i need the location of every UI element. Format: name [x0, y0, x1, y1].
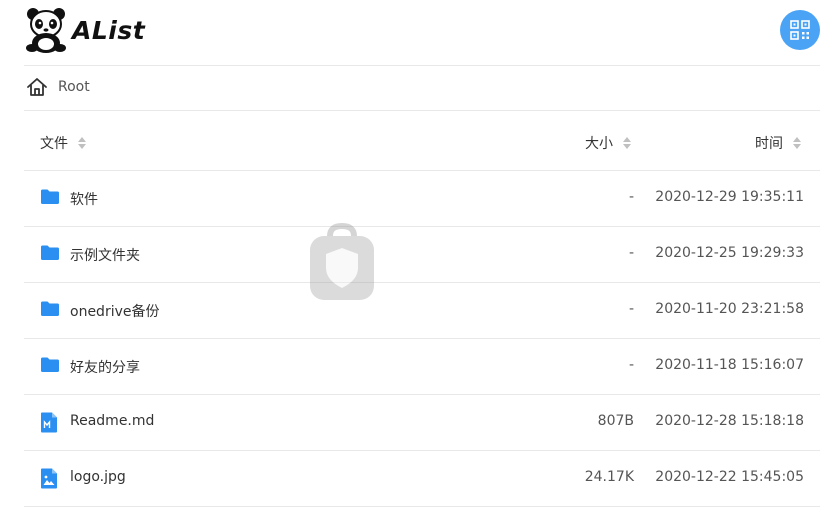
breadcrumb-root[interactable]: Root	[58, 79, 90, 95]
column-header-time-label: 时间	[755, 136, 783, 152]
row-name: logo.jpg	[70, 469, 126, 485]
breadcrumb-divider	[24, 110, 820, 111]
row-size: 807B	[597, 413, 634, 429]
column-header-size[interactable]: 大小	[585, 133, 631, 153]
row-size: -	[628, 357, 634, 373]
table-row[interactable]: logo.jpg 24.17K 2020-12-22 15:45:05	[24, 451, 820, 507]
image-file-icon	[41, 468, 57, 489]
row-name: Readme.md	[70, 413, 155, 429]
qr-code-icon	[790, 20, 810, 40]
row-time: 2020-12-29 19:35:11	[655, 189, 804, 205]
table-row[interactable]: 软件 - 2020-12-29 19:35:11	[24, 171, 820, 227]
row-size: -	[628, 189, 634, 205]
column-header-name-label: 文件	[40, 136, 68, 152]
row-time: 2020-11-20 23:21:58	[655, 301, 804, 317]
folder-icon	[41, 245, 59, 260]
sort-icon[interactable]	[623, 136, 631, 150]
table-row[interactable]: Readme.md 807B 2020-12-28 15:18:18	[24, 395, 820, 451]
row-size: 24.17K	[584, 469, 634, 485]
row-divider	[24, 506, 820, 507]
folder-icon	[41, 189, 59, 204]
sort-icon[interactable]	[78, 136, 86, 150]
home-icon[interactable]	[26, 76, 48, 98]
qr-code-button[interactable]	[780, 10, 820, 50]
header: AList	[0, 0, 831, 64]
column-header-time[interactable]: 时间	[755, 133, 801, 153]
logo-text: AList	[72, 15, 146, 45]
folder-icon	[41, 301, 59, 316]
row-name: onedrive备份	[70, 304, 160, 320]
row-time: 2020-12-28 15:18:18	[655, 413, 804, 429]
row-name: 软件	[70, 192, 98, 208]
folder-icon	[41, 357, 59, 372]
row-time: 2020-12-22 15:45:05	[655, 469, 804, 485]
table-row[interactable]: 示例文件夹 - 2020-12-25 19:29:33	[24, 227, 820, 283]
logo[interactable]: AList	[24, 6, 145, 54]
row-name: 好友的分享	[70, 360, 140, 376]
table-row[interactable]: 好友的分享 - 2020-11-18 15:16:07	[24, 339, 820, 395]
table-row[interactable]: onedrive备份 - 2020-11-20 23:21:58	[24, 283, 820, 339]
row-name: 示例文件夹	[70, 248, 140, 264]
row-time: 2020-12-25 19:29:33	[655, 245, 804, 261]
column-header-size-label: 大小	[585, 136, 613, 152]
row-size: -	[628, 301, 634, 317]
column-header-name[interactable]: 文件	[40, 133, 86, 153]
panda-logo-icon	[26, 8, 66, 53]
markdown-file-icon	[41, 412, 57, 433]
watermark-shield-icon	[310, 222, 374, 300]
row-time: 2020-11-18 15:16:07	[655, 357, 804, 373]
sort-icon[interactable]	[793, 136, 801, 150]
header-divider	[24, 65, 820, 66]
breadcrumb: Root	[26, 75, 90, 99]
row-size: -	[628, 245, 634, 261]
